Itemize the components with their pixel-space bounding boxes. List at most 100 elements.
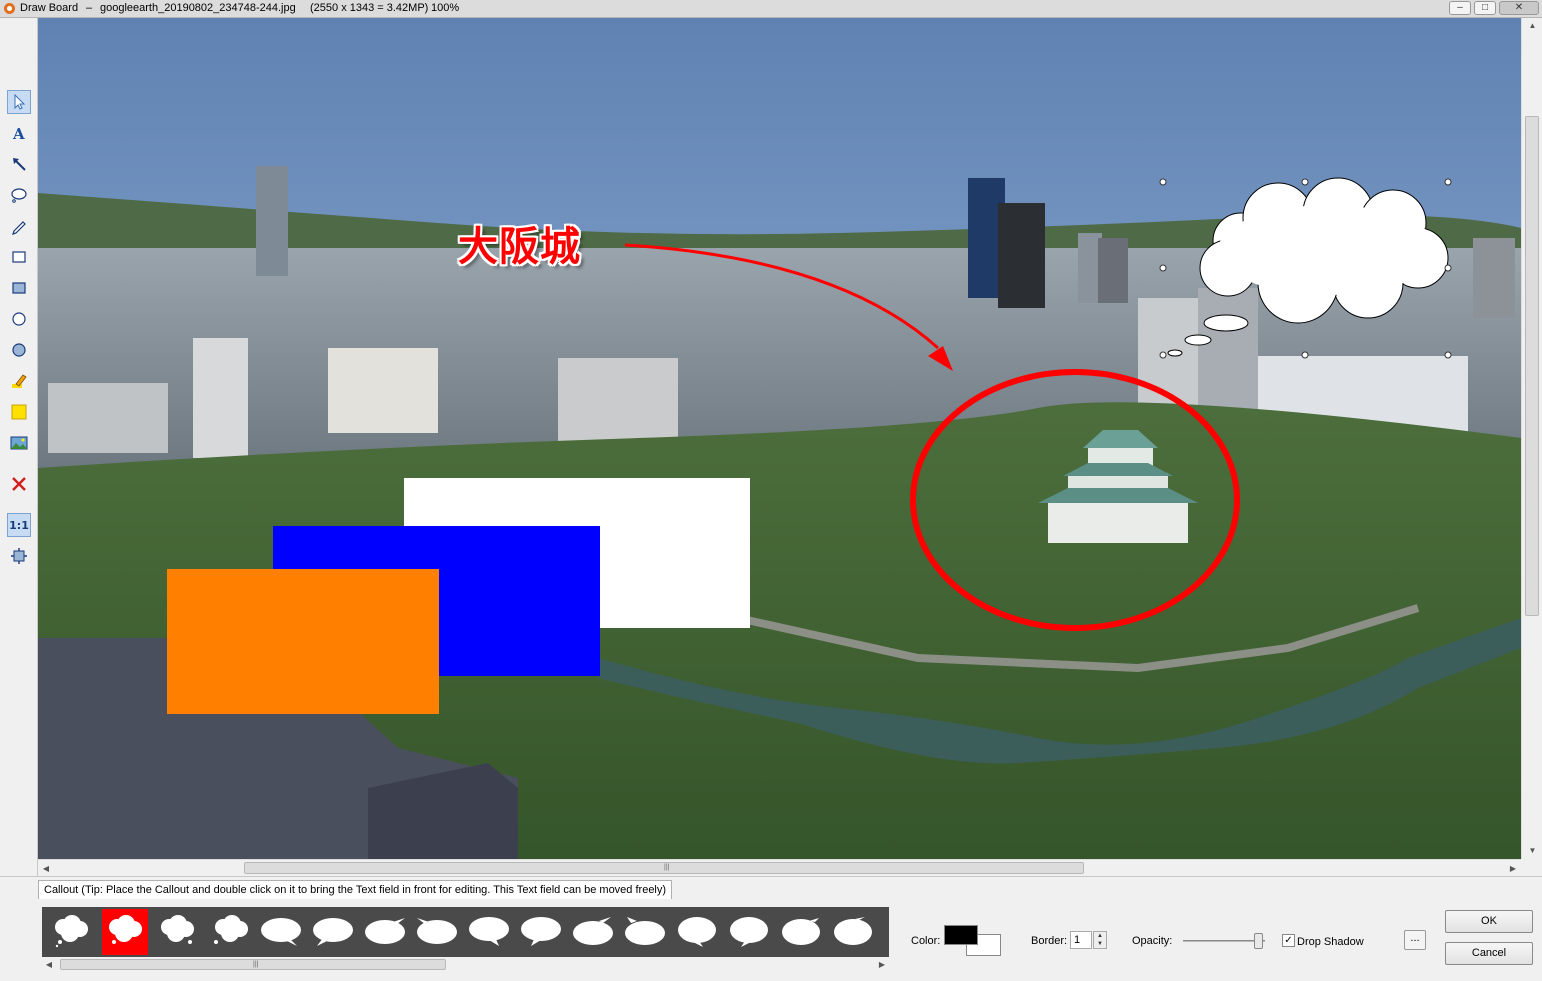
pencil-icon [12, 221, 26, 235]
ellipse-filled-icon [12, 343, 26, 357]
window-title-app: Draw Board [20, 2, 79, 14]
highlighter-tool[interactable] [7, 369, 31, 393]
arrow-tool[interactable] [7, 152, 31, 176]
speech-bubble-icon [261, 918, 301, 946]
castle-label-text[interactable]: 大阪城 [458, 214, 581, 272]
gallery-scroll-thumb[interactable]: ||| [60, 959, 446, 970]
speech-bubble-icon [678, 917, 716, 947]
speech-bubble-icon [313, 918, 353, 946]
opacity-label: Opacity: [1132, 935, 1173, 947]
drawing-canvas[interactable]: 大阪城 [38, 18, 1521, 859]
ok-button[interactable]: OK [1445, 910, 1533, 933]
image-tool[interactable] [7, 431, 31, 455]
speech-bubble-icon [417, 918, 457, 944]
callout-style-oval-8[interactable] [622, 909, 668, 955]
border-label: Border: [1031, 935, 1068, 947]
horizontal-scroll-thumb[interactable]: ||| [244, 862, 1084, 874]
app-icon [3, 2, 16, 15]
aerial-photo [38, 18, 1521, 859]
scroll-left-button[interactable]: ◀ [38, 860, 54, 877]
callout-style-oval-3[interactable] [362, 909, 408, 955]
gallery-scroll-right[interactable]: ▶ [875, 957, 889, 972]
cloud-bubble-icon [109, 915, 142, 944]
red-x-icon [12, 477, 26, 491]
fit-window-icon [11, 548, 27, 564]
cloud-bubble-icon [214, 915, 248, 944]
select-tool[interactable] [7, 90, 31, 114]
pen-tool[interactable] [7, 214, 31, 238]
gallery-scroll-left[interactable]: ◀ [42, 957, 56, 972]
maximize-button[interactable]: □ [1474, 1, 1496, 15]
callout-gallery [42, 907, 889, 957]
rectangle-outline-icon [12, 251, 26, 263]
border-spinner[interactable]: ▲ ▼ [1093, 931, 1107, 949]
callout-style-oval-1[interactable] [258, 909, 304, 955]
text-a-icon: A [12, 125, 25, 142]
orange-rectangle-shape[interactable] [167, 569, 439, 714]
foreground-color-swatch[interactable] [944, 925, 978, 945]
window-title-file: googleearth_20190802_234748-244.jpg [100, 2, 296, 14]
yellow-square-icon [11, 404, 27, 420]
callout-style-oval-4[interactable] [414, 909, 460, 955]
callout-style-cloud-1[interactable] [48, 909, 94, 955]
callout-style-cloud-3[interactable] [154, 909, 200, 955]
fit-tool[interactable] [7, 544, 31, 568]
callout-style-oval-6[interactable] [518, 909, 564, 955]
vertical-scrollbar[interactable]: ▲ ▼ [1521, 18, 1542, 859]
cloud-bubble-icon [161, 915, 194, 944]
opacity-slider-thumb[interactable] [1254, 933, 1263, 949]
scroll-down-button[interactable]: ▼ [1522, 843, 1542, 859]
callout-style-oval-12[interactable] [830, 909, 876, 955]
color-label: Color: [911, 935, 941, 947]
tool-palette: A 1:1 [0, 18, 38, 878]
pointer-icon [14, 93, 26, 110]
gallery-scrollbar[interactable]: ◀ ||| ▶ [42, 957, 889, 972]
delete-tool[interactable] [7, 472, 31, 496]
actual-size-tool[interactable]: 1:1 [7, 513, 31, 537]
text-tool[interactable]: A [7, 121, 31, 145]
scroll-up-button[interactable]: ▲ [1522, 18, 1542, 34]
highlighter-icon [12, 374, 27, 388]
callout-style-cloud-2[interactable] [102, 909, 148, 955]
properties-panel: Callout (Tip: Place the Callout and doub… [0, 876, 1542, 981]
border-width-input[interactable]: 1 [1070, 931, 1092, 949]
scroll-right-button[interactable]: ▶ [1505, 860, 1521, 877]
svg-text:A: A [12, 125, 25, 142]
speech-bubble-icon [365, 918, 405, 944]
callout-style-cloud-4[interactable] [206, 909, 252, 955]
callout-style-oval-5[interactable] [466, 909, 512, 955]
callout-style-oval-9[interactable] [674, 909, 720, 955]
filled-ellipse-tool[interactable] [7, 338, 31, 362]
cloud-bubble-icon [55, 915, 88, 948]
callout-style-oval-7[interactable] [570, 909, 616, 955]
minimize-button[interactable]: – [1449, 1, 1471, 15]
callout-tool[interactable] [7, 183, 31, 207]
callout-style-oval-11[interactable] [778, 909, 824, 955]
callout-tab[interactable]: Callout (Tip: Place the Callout and doub… [38, 880, 673, 899]
speech-bubble-icon [782, 918, 820, 945]
speech-bubble-icon [469, 917, 509, 946]
highlight-rect-tool[interactable] [7, 400, 31, 424]
speech-bubble-icon [573, 917, 613, 945]
callout-style-oval-2[interactable] [310, 909, 356, 955]
callout-style-oval-13[interactable] [882, 909, 889, 955]
vertical-scroll-thumb[interactable] [1525, 116, 1539, 616]
cancel-button[interactable]: Cancel [1445, 942, 1533, 965]
filled-rectangle-tool[interactable] [7, 276, 31, 300]
close-button[interactable]: ✕ [1499, 1, 1539, 15]
ellipse-tool[interactable] [7, 307, 31, 331]
gallery-scroll-grip: ||| [253, 961, 259, 968]
window-title-dimensions: (2550 x 1343 = 3.42MP) [310, 2, 429, 14]
window-title-zoom: 100% [431, 2, 460, 14]
callout-style-oval-10[interactable] [726, 909, 772, 955]
arrow-icon [13, 158, 26, 171]
drop-shadow-label[interactable]: Drop Shadow [1297, 936, 1364, 948]
title-bar: Draw Board – googleearth_20190802_234748… [0, 0, 1542, 18]
opacity-slider-track[interactable] [1183, 940, 1265, 942]
more-options-button[interactable]: ... [1404, 930, 1426, 950]
rectangle-tool[interactable] [7, 245, 31, 269]
horizontal-scrollbar[interactable]: ◀ ||| ▶ [38, 859, 1521, 876]
rectangle-filled-icon [12, 282, 26, 294]
drop-shadow-checkbox[interactable]: ✓ [1282, 934, 1295, 947]
callout-bubble-icon [11, 188, 27, 203]
